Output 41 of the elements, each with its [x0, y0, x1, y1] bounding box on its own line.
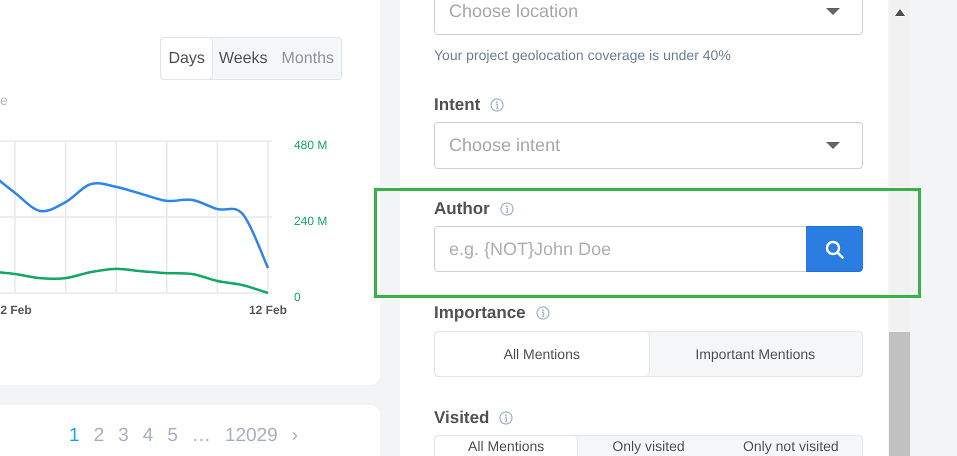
importance-option[interactable]: All Mentions [435, 332, 648, 376]
info-icon[interactable] [499, 411, 514, 425]
page-link[interactable]: 2 [86, 425, 112, 447]
field-label: Intent [434, 95, 480, 115]
caret-icon [826, 142, 840, 149]
axis-tick-label: 0 [294, 290, 301, 304]
dropdown-field[interactable]: Choose intent [434, 122, 863, 169]
info-icon[interactable] [536, 306, 550, 320]
author-input[interactable]: e.g. {NOT}John Doe [434, 226, 806, 272]
field-label: Importance [434, 303, 526, 323]
page-link[interactable]: … [184, 425, 218, 447]
search-button[interactable] [806, 226, 863, 272]
page-link[interactable]: 4 [136, 425, 160, 447]
visited-option[interactable]: All Mentions [435, 436, 578, 456]
axis-date-label: 2 Feb [0, 303, 32, 317]
dropdown-field[interactable]: Choose location [434, 0, 863, 35]
field-label: Author [434, 199, 490, 219]
hint-text: Your project geolocation coverage is under 40% [434, 46, 732, 65]
page-link[interactable]: 3 [111, 425, 136, 447]
importance-option[interactable]: Important Mentions [648, 332, 862, 376]
scroll-up-arrow-icon[interactable] [894, 9, 904, 16]
visited-option[interactable]: Only visited [577, 436, 720, 456]
legend-text: e [0, 92, 9, 108]
axis-tick-label: 240 M [294, 214, 328, 228]
search-icon [825, 240, 844, 258]
caret-icon [826, 8, 840, 15]
axis-tick-label: 480 M [294, 138, 328, 152]
page-link[interactable]: 12029 [218, 425, 285, 447]
range-tab[interactable]: Weeks [212, 38, 275, 79]
next-page-link[interactable]: › [284, 425, 306, 447]
field-label: Visited [434, 408, 490, 428]
range-tab[interactable]: Days [161, 38, 212, 79]
page-link[interactable]: 5 [160, 425, 185, 447]
visited-option[interactable]: Only not visited [720, 436, 862, 456]
page-link[interactable]: 1 [62, 425, 87, 447]
dropdown-placeholder: Choose intent [449, 135, 560, 156]
axis-date-label: 12 Feb [249, 303, 287, 317]
info-icon[interactable] [500, 202, 514, 216]
info-icon[interactable] [490, 98, 504, 112]
scrollbar-thumb[interactable] [889, 332, 910, 456]
dropdown-placeholder: Choose location [449, 1, 578, 22]
